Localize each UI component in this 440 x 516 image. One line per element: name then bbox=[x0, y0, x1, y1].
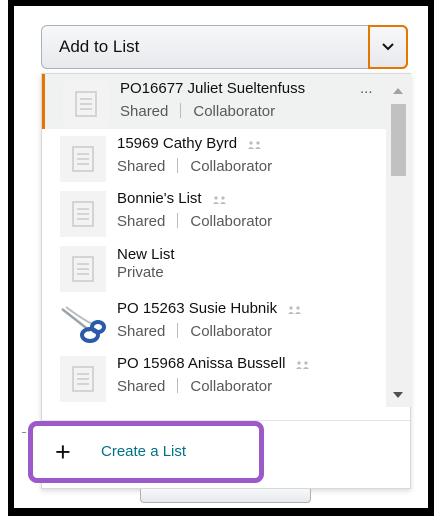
people-icon bbox=[287, 301, 303, 318]
list-name: 15969 Cathy Byrd bbox=[117, 135, 238, 152]
list-icon bbox=[60, 246, 106, 292]
scrollbar-thumb[interactable] bbox=[391, 104, 406, 176]
people-icon bbox=[295, 356, 311, 373]
role-label: Collaborator bbox=[190, 323, 273, 340]
list-meta: Shared Collaborator bbox=[117, 378, 272, 395]
list-options: PO16677 Juliet Sueltenfuss ... Shared Col… bbox=[42, 74, 386, 407]
underlying-button bbox=[140, 489, 311, 503]
separator bbox=[177, 213, 179, 228]
chevron-down-icon bbox=[382, 43, 394, 51]
privacy-label: Shared bbox=[117, 213, 166, 230]
list-item[interactable]: New List Private bbox=[42, 239, 386, 294]
list-meta: Shared Collaborator bbox=[120, 103, 275, 120]
list-name: PO16677 Juliet Sueltenfuss bbox=[120, 80, 306, 97]
role-label: Collaborator bbox=[193, 103, 276, 120]
privacy-label: Shared bbox=[117, 378, 166, 395]
scissors-icon bbox=[60, 301, 106, 347]
privacy-label: Shared bbox=[120, 103, 169, 120]
people-icon bbox=[212, 191, 228, 208]
list-meta: Shared Collaborator bbox=[117, 323, 272, 340]
more-icon: ... bbox=[360, 80, 373, 97]
list-meta: Shared Collaborator bbox=[117, 213, 272, 230]
separator bbox=[177, 323, 179, 338]
list-name-row: PO 15263 Susie Hubnik bbox=[117, 300, 303, 318]
scroll-up-icon[interactable] bbox=[393, 88, 403, 94]
privacy-label: Shared bbox=[117, 158, 166, 175]
dropdown-toggle-button[interactable] bbox=[368, 25, 408, 69]
list-meta: Shared Collaborator bbox=[117, 158, 272, 175]
list-name: Bonnie's List bbox=[117, 190, 202, 207]
list-item[interactable]: PO 15968 Anissa Bussell Shared Collaborat… bbox=[42, 349, 386, 404]
create-list-button[interactable]: + Create a List bbox=[28, 421, 264, 483]
list-name-row: Bonnie's List bbox=[117, 190, 228, 208]
plus-icon: + bbox=[55, 437, 71, 467]
list-name: New List bbox=[117, 246, 175, 263]
list-icon bbox=[60, 356, 106, 402]
role-label: Collaborator bbox=[190, 213, 273, 230]
list-name-row: PO 15968 Anissa Bussell bbox=[117, 355, 311, 373]
add-to-list-label: Add to List bbox=[59, 37, 140, 56]
list-icon bbox=[63, 81, 109, 127]
list-icon bbox=[60, 191, 106, 237]
list-name: PO 15263 Susie Hubnik bbox=[117, 300, 278, 317]
divider bbox=[22, 432, 26, 433]
privacy-label: Private bbox=[117, 264, 164, 281]
privacy-label: Shared bbox=[117, 323, 166, 340]
scroll-down-icon[interactable] bbox=[393, 392, 403, 398]
list-item[interactable]: 15969 Cathy Byrd Shared Collaborator bbox=[42, 129, 386, 184]
list-icon bbox=[60, 136, 106, 182]
list-item[interactable]: PO16677 Juliet Sueltenfuss ... Shared Col… bbox=[42, 74, 386, 129]
list-item[interactable]: Bonnie's List Shared Collaborator bbox=[42, 184, 386, 239]
separator bbox=[177, 158, 179, 173]
list-item[interactable]: PO 15263 Susie Hubnik Shared Collaborator bbox=[42, 294, 386, 349]
list-name-row: 15969 Cathy Byrd bbox=[117, 135, 263, 153]
people-icon bbox=[247, 136, 263, 153]
separator bbox=[180, 103, 182, 118]
add-to-list-dropdown[interactable]: Add to List bbox=[41, 25, 408, 69]
scrollbar[interactable] bbox=[386, 74, 411, 407]
separator bbox=[177, 378, 179, 393]
list-name: PO 15968 Anissa Bussell bbox=[117, 355, 286, 372]
role-label: Collaborator bbox=[190, 158, 273, 175]
create-list-label: Create a List bbox=[101, 443, 187, 460]
role-label: Collaborator bbox=[190, 378, 273, 395]
